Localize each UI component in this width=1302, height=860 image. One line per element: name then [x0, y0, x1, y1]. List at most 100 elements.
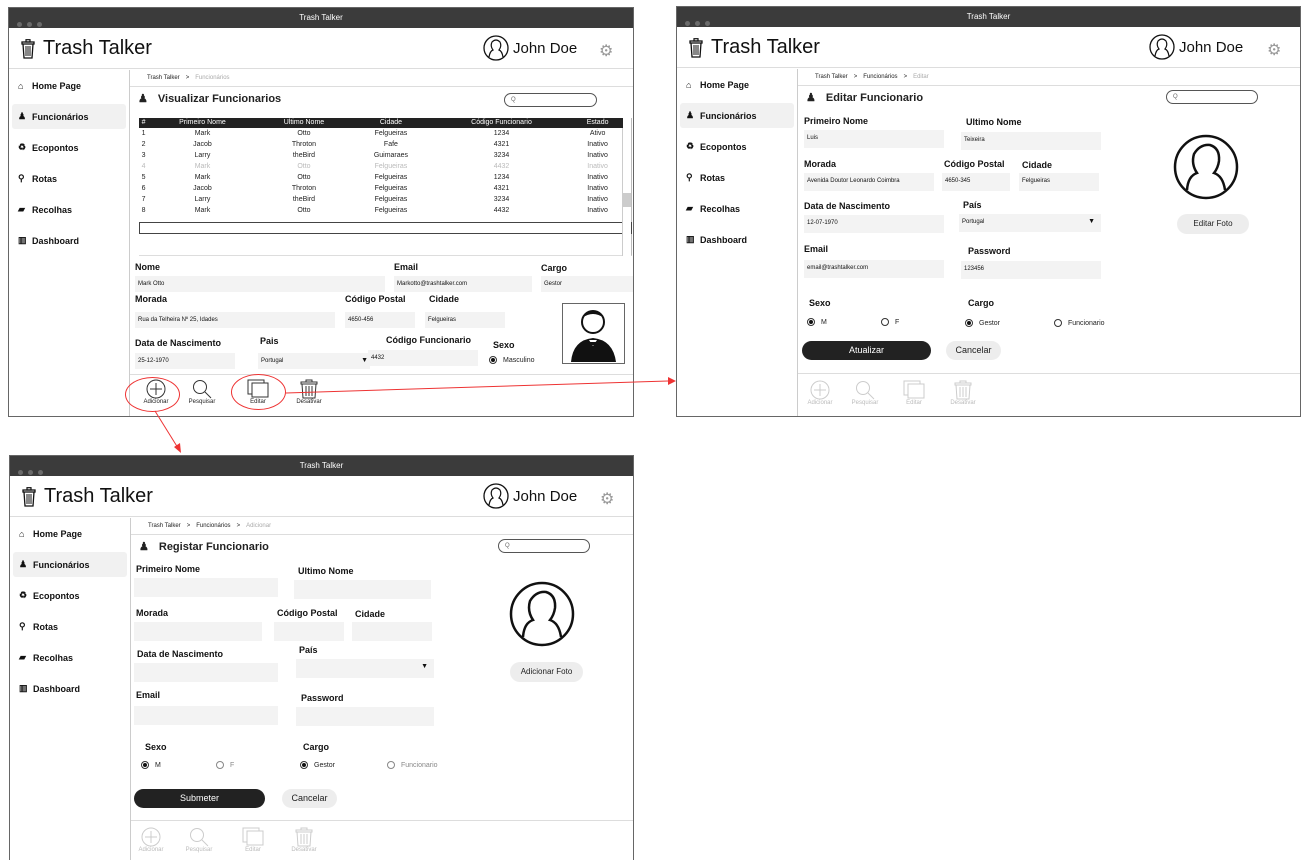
col-header[interactable]: Cidade — [351, 118, 431, 128]
sexo-f-radio[interactable]: F — [216, 761, 234, 769]
brand[interactable]: Trash Talker — [689, 36, 820, 59]
brand[interactable]: Trash Talker — [22, 485, 153, 508]
user-menu[interactable]: John Doe — [1149, 34, 1243, 60]
ultimo-input[interactable] — [294, 580, 431, 599]
nav-home[interactable]: ⌂ Home Page — [680, 72, 794, 97]
cp-input[interactable] — [274, 622, 344, 641]
pais-select[interactable]: ▼ — [296, 659, 434, 678]
nav-ecopontos[interactable]: ♻ Ecopontos — [12, 135, 126, 160]
nav-dashboard[interactable]: ▥ Dashboard — [12, 228, 126, 253]
gear-icon[interactable]: ⚙ — [1267, 40, 1281, 60]
morada-input[interactable] — [134, 622, 262, 641]
crumb-item[interactable]: Funcionários — [863, 74, 897, 80]
submeter-button[interactable]: Submeter — [134, 789, 265, 808]
scrollbar[interactable] — [622, 128, 631, 256]
person-icon: ♟ — [686, 110, 695, 120]
table-row[interactable]: 8 Mark Otto Felgueiras 4432 Inativo — [139, 205, 623, 216]
cp-input[interactable]: 4650-345 — [942, 173, 1010, 191]
add-photo-button[interactable]: Adicionar Foto — [510, 662, 583, 682]
search-input[interactable]: Q — [498, 539, 590, 553]
nav-funcionarios[interactable]: ♟ Funcionários — [13, 552, 127, 577]
password-input[interactable]: 123456 — [961, 261, 1101, 279]
nav-home[interactable]: ⌂ Home Page — [13, 521, 127, 546]
sexo-f-radio[interactable]: F — [881, 318, 899, 326]
cargo-funcionario-radio[interactable]: Funcionario — [387, 761, 438, 769]
nav-rotas[interactable]: ⚲ Rotas — [680, 165, 794, 190]
cidade-input[interactable] — [352, 622, 432, 641]
primeiro-label: Primeiro Nome — [804, 116, 869, 126]
sexo-radio[interactable]: Masculino — [489, 356, 535, 364]
ultimo-input[interactable]: Teixeira — [961, 132, 1101, 150]
crumb-sep: > — [186, 523, 191, 529]
col-header[interactable]: # — [139, 118, 149, 128]
table-cell: Felgueiras — [374, 163, 408, 170]
edit-photo-button[interactable]: Editar Foto — [1177, 214, 1249, 234]
col-header[interactable]: Primeiro Nome — [148, 118, 257, 128]
app-header: Trash Talker John Doe ⚙ — [9, 28, 633, 69]
nav-ecopontos[interactable]: ♻ Ecopontos — [680, 134, 794, 159]
pais-select[interactable]: Portugal ▼ — [959, 214, 1101, 232]
sexo-m-radio[interactable]: M — [141, 761, 161, 769]
search-button[interactable]: Pesquisar — [182, 379, 222, 405]
crumb-item[interactable]: Trash Talker — [148, 523, 181, 529]
scrollbar-thumb[interactable] — [623, 193, 631, 207]
col-header[interactable]: Estado — [572, 118, 623, 128]
table-cell: Mark — [194, 207, 211, 214]
nav-recolhas[interactable]: ▰ Recolhas — [13, 645, 127, 670]
nav-funcionarios[interactable]: ♟ Funcionários — [680, 103, 794, 128]
email-input[interactable]: email@trashtalker.com — [804, 260, 944, 278]
cidade-input[interactable]: Felgueiras — [1019, 173, 1099, 191]
nav-rotas[interactable]: ⚲ Rotas — [12, 166, 126, 191]
table-cell: Felgueiras — [374, 185, 408, 192]
dn-input[interactable] — [134, 663, 278, 682]
search-input[interactable]: Q — [504, 93, 597, 107]
nav-home[interactable]: ⌂ Home Page — [12, 73, 126, 98]
disable-button[interactable]: Desativar — [289, 379, 329, 405]
crumb-item[interactable]: Funcionários — [196, 523, 230, 529]
cancel-button[interactable]: Cancelar — [946, 341, 1001, 360]
gear-icon[interactable]: ⚙ — [599, 41, 613, 61]
gear-icon[interactable]: ⚙ — [600, 489, 614, 509]
pais-select[interactable]: Portugal ▼ — [258, 353, 370, 369]
nav-ecopontos[interactable]: ♻ Ecopontos — [13, 583, 127, 608]
user-menu[interactable]: John Doe — [483, 35, 577, 61]
user-menu[interactable]: John Doe — [483, 483, 577, 509]
crumb-item[interactable]: Trash Talker — [147, 75, 180, 81]
primeiro-input[interactable] — [134, 578, 278, 597]
table-row[interactable]: 7 Larry theBird Felgueiras 3234 Inativo — [139, 194, 623, 205]
brand[interactable]: Trash Talker — [21, 37, 152, 60]
sidebar: ⌂ Home Page ♟ Funcionários ♻ Ecopontos ⚲ Rot… — [10, 518, 131, 860]
crumb-item[interactable]: Trash Talker — [815, 74, 848, 80]
col-header[interactable]: Ultimo Nome — [256, 118, 352, 128]
cancel-button[interactable]: Cancelar — [282, 789, 337, 808]
cargo-gestor-radio[interactable]: Gestor — [300, 761, 335, 769]
atualizar-button[interactable]: Atualizar — [802, 341, 931, 360]
nav-recolhas[interactable]: ▰ Recolhas — [680, 196, 794, 221]
table-row[interactable]: 5 Mark Otto Felgueiras 1234 Inativo — [139, 172, 623, 183]
nav-dashboard[interactable]: ▥ Dashboard — [13, 676, 127, 701]
dn-input[interactable]: 12-07-1970 — [804, 215, 944, 233]
nav-rotas[interactable]: ⚲ Rotas — [13, 614, 127, 639]
table-cell: Otto — [297, 174, 311, 181]
table-row[interactable]: 4 Mark Otto Felgueiras 4432 Inativo — [139, 161, 623, 172]
radio-icon — [807, 318, 815, 326]
table-cell: Mark — [194, 130, 211, 137]
table-row[interactable]: 3 Larry theBird Guimaraes 3234 Inativo — [139, 150, 623, 161]
chevron-down-icon: ▼ — [421, 663, 428, 670]
search-input[interactable]: Q — [1166, 90, 1258, 104]
table-row[interactable]: 1 Mark Otto Felgueiras 1234 Ativo — [139, 128, 623, 139]
email-input[interactable] — [134, 706, 278, 725]
nav-recolhas[interactable]: ▰ Recolhas — [12, 197, 126, 222]
truck-icon: ▰ — [19, 652, 26, 662]
table-row[interactable]: 2 Jacob Throton Fafe 4321 Inativo — [139, 139, 623, 150]
table-row[interactable]: 6 Jacob Throton Felgueiras 4321 Inativo — [139, 183, 623, 194]
morada-input[interactable]: Avenida Doutor Leonardo Coimbra — [804, 173, 934, 191]
nav-dashboard[interactable]: ▥ Dashboard — [680, 227, 794, 252]
cargo-gestor-radio[interactable]: Gestor — [965, 319, 1000, 327]
cargo-funcionario-radio[interactable]: Funcionario — [1054, 319, 1105, 327]
primeiro-input[interactable]: Luis — [804, 130, 944, 148]
sexo-m-radio[interactable]: M — [807, 318, 827, 326]
password-input[interactable] — [296, 707, 434, 726]
col-header[interactable]: Código Funcionario — [430, 118, 573, 128]
nav-funcionarios[interactable]: ♟ Funcionários — [12, 104, 126, 129]
